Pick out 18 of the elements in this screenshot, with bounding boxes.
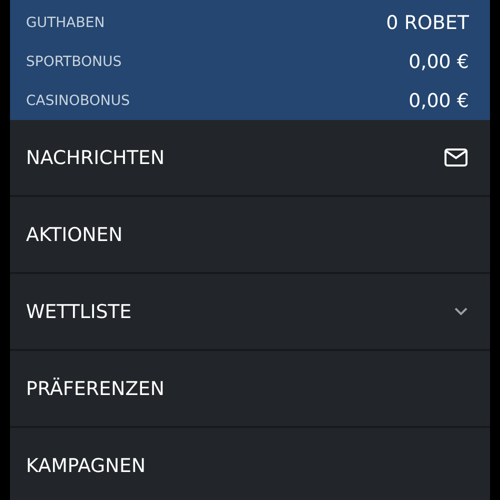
menu-item[interactable]: PRÄFERENZEN [10,351,490,428]
chevron-icon[interactable] [454,307,468,316]
mail-icon [444,148,468,167]
menu-item[interactable]: AKTIONEN [10,197,490,274]
menu-item-label: NACHRICHTEN [26,146,165,168]
menu-item-label: KAMPAGNEN [26,454,146,476]
balance-value: 0 ROBET [386,12,469,34]
balance-label: SPORTBONUS [26,54,122,70]
menu-item[interactable]: NACHRICHTEN [10,120,490,197]
balance-label: GUTHABEN [26,14,105,30]
menu-item-label: AKTIONEN [26,224,123,246]
menu-item-label: PRÄFERENZEN [26,378,164,400]
balance-value: 0,00 € [408,50,469,72]
menu-item[interactable]: KAMPAGNEN [10,428,490,500]
menu-item[interactable]: WETTLISTE [10,274,490,351]
menu-item-label: WETTLISTE [26,300,132,322]
balance-value: 0,00 € [408,90,469,112]
balance-label: CASINOBONUS [26,92,130,108]
